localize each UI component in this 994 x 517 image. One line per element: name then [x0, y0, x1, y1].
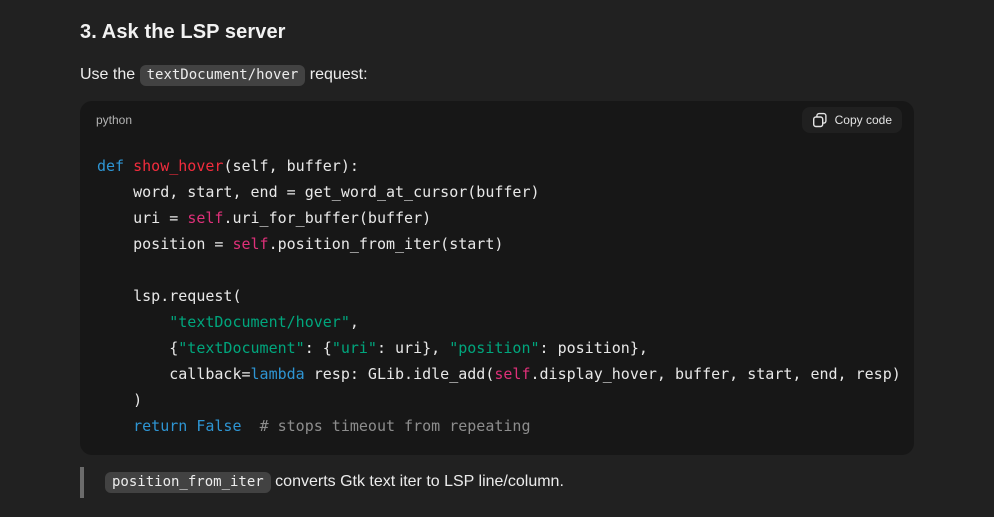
code-line: lsp.request( — [97, 283, 898, 309]
code-token: : { — [305, 339, 332, 357]
code-token — [97, 313, 169, 331]
code-line: def show_hover(self, buffer): — [97, 153, 898, 179]
code-line: uri = self.uri_for_buffer(buffer) — [97, 205, 898, 231]
code-block-header: python Copy code — [80, 101, 914, 139]
inline-code: textDocument/hover — [140, 65, 306, 86]
code-language-label: python — [96, 113, 132, 127]
note-text: converts Gtk text iter to LSP line/colum… — [271, 473, 564, 490]
blockquote-note: position_from_iter converts Gtk text ite… — [80, 467, 914, 498]
intro-text-before: Use the — [80, 66, 140, 83]
code-token: lambda — [251, 365, 305, 383]
code-token: word, start, end = get_word_at_cursor(bu… — [97, 183, 540, 201]
code-token: (self, buffer): — [223, 157, 358, 175]
code-token: : uri}, — [377, 339, 449, 357]
code-token: show_hover — [133, 157, 223, 175]
copy-icon — [812, 112, 828, 128]
section-heading: 3. Ask the LSP server — [80, 20, 914, 44]
code-line: return False # stops timeout from repeat… — [97, 413, 898, 439]
code-token: callback= — [97, 365, 251, 383]
code-block: python Copy code def show_hover(self, bu… — [80, 101, 914, 455]
code-token: .display_hover, buffer, start, end, resp… — [531, 365, 901, 383]
code-line: position = self.position_from_iter(start… — [97, 231, 898, 257]
code-token: return — [133, 417, 187, 435]
intro-paragraph: Use the textDocument/hover request: — [80, 62, 914, 88]
code-line: word, start, end = get_word_at_cursor(bu… — [97, 179, 898, 205]
code-token: ) — [97, 391, 142, 409]
copy-code-label: Copy code — [835, 113, 892, 127]
copy-code-button[interactable]: Copy code — [802, 107, 902, 133]
code-token: # stops timeout from repeating — [260, 417, 531, 435]
code-content: def show_hover(self, buffer): word, star… — [80, 139, 914, 455]
code-token: False — [196, 417, 241, 435]
code-token: "textDocument/hover" — [169, 313, 350, 331]
code-token: "position" — [449, 339, 539, 357]
code-token: def — [97, 157, 124, 175]
code-line: "textDocument/hover", — [97, 309, 898, 335]
code-token: , — [350, 313, 359, 331]
code-line: {"textDocument": {"uri": uri}, "position… — [97, 335, 898, 361]
code-token: .uri_for_buffer(buffer) — [223, 209, 431, 227]
intro-text-after: request: — [305, 66, 367, 83]
code-token — [242, 417, 260, 435]
code-token — [187, 417, 196, 435]
code-token: lsp.request( — [97, 287, 242, 305]
code-token: "textDocument" — [178, 339, 304, 357]
code-token: self — [232, 235, 268, 253]
code-token: uri = — [97, 209, 187, 227]
code-line — [97, 257, 898, 283]
code-token: "uri" — [332, 339, 377, 357]
code-token: : position}, — [540, 339, 648, 357]
code-token: { — [97, 339, 178, 357]
inline-code: position_from_iter — [105, 472, 271, 493]
code-token — [124, 157, 133, 175]
code-token: self — [187, 209, 223, 227]
chat-message: 3. Ask the LSP server Use the textDocume… — [80, 0, 914, 498]
code-token: self — [494, 365, 530, 383]
code-token: position = — [97, 235, 232, 253]
code-token: resp: GLib.idle_add( — [305, 365, 495, 383]
code-line: ) — [97, 387, 898, 413]
code-token: .position_from_iter(start) — [269, 235, 504, 253]
code-line: callback=lambda resp: GLib.idle_add(self… — [97, 361, 898, 387]
code-token — [97, 417, 133, 435]
